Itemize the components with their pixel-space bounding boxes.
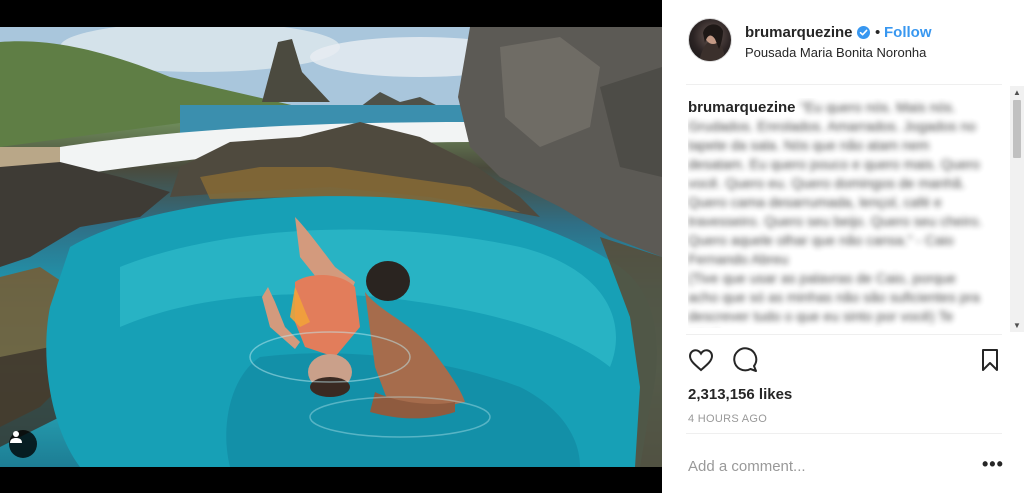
caption-text: "Eu quero nós. Mais nós. Grudados. Enrol…: [688, 99, 983, 328]
heart-icon: [688, 349, 714, 372]
scrollbar-thumb[interactable]: [1013, 100, 1021, 158]
photo-illustration: [0, 27, 662, 467]
post-timestamp[interactable]: 4 HOURS AGO: [688, 413, 767, 425]
post-header: brumarquezine • Follow Pousada Maria Bon…: [662, 0, 1024, 84]
avatar[interactable]: [688, 18, 732, 62]
more-options-button[interactable]: •••: [982, 454, 1004, 475]
post-photo[interactable]: [0, 27, 662, 467]
comment-input[interactable]: [688, 455, 968, 477]
location-link[interactable]: Pousada Maria Bonita Noronha: [745, 45, 926, 60]
person-icon: [10, 431, 22, 443]
scroll-down-arrow-icon[interactable]: ▼: [1013, 321, 1021, 330]
post-media: [0, 0, 662, 493]
actions-divider: [686, 334, 1002, 335]
comment-icon: [733, 347, 758, 372]
like-button[interactable]: [687, 346, 715, 374]
verified-badge-icon: [857, 26, 870, 39]
separator-dot: •: [875, 24, 881, 41]
post-side-panel: brumarquezine • Follow Pousada Maria Bon…: [662, 0, 1024, 493]
caption-username[interactable]: brumarquezine: [688, 99, 796, 116]
caption: brumarquezine "Eu quero nós. Mais nós. G…: [688, 98, 988, 328]
header-divider: [686, 84, 1002, 85]
follow-button[interactable]: Follow: [884, 24, 932, 41]
scroll-up-arrow-icon[interactable]: ▲: [1013, 88, 1021, 97]
likes-count[interactable]: 2,313,156 likes: [688, 386, 792, 403]
avatar-image: [699, 24, 725, 61]
caption-scrollbar[interactable]: ▲ ▼: [1010, 86, 1024, 332]
user-tag-button[interactable]: [9, 430, 37, 458]
save-button[interactable]: [976, 346, 1004, 374]
comment-divider: [686, 433, 1002, 434]
comment-button[interactable]: [731, 346, 759, 374]
bookmark-icon: [982, 349, 998, 371]
header-username[interactable]: brumarquezine: [745, 24, 853, 41]
